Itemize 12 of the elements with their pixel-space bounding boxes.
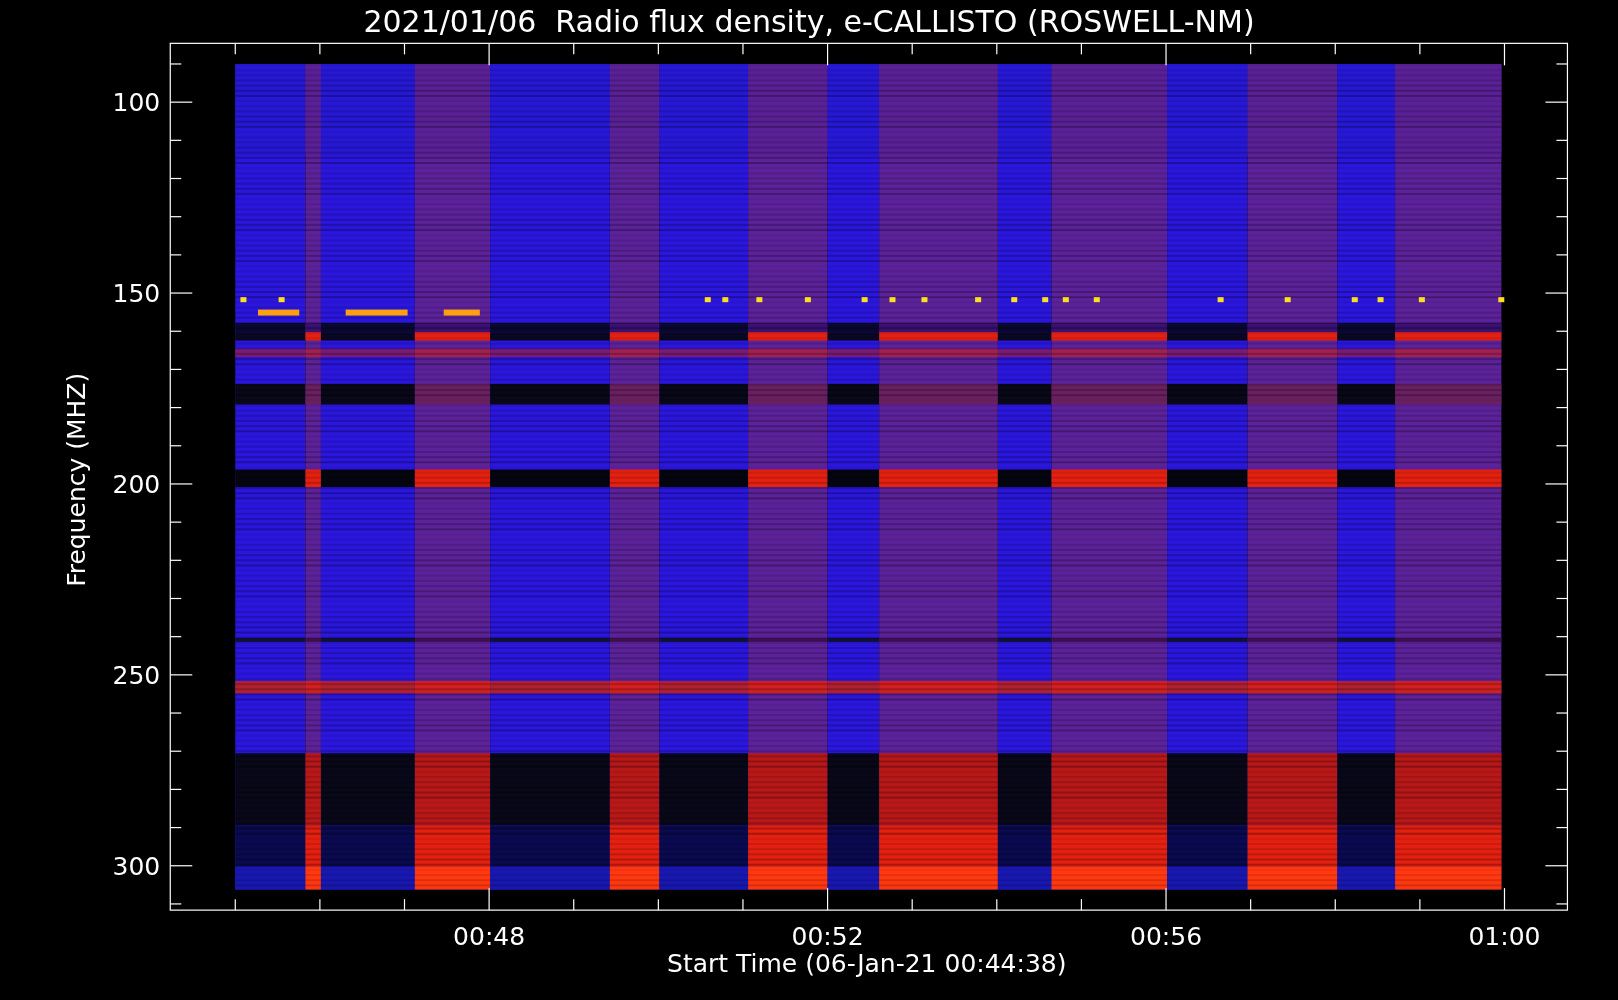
y-tick-label: 100 [112, 88, 161, 118]
x-tick-label: 01:00 [1468, 922, 1541, 952]
y-tick-label: 250 [112, 660, 161, 690]
y-tick-label: 300 [112, 851, 161, 881]
plot-title: 2021/01/06 Radio flux density, e-CALLISTO (ROSWELL-NM) [363, 4, 1255, 39]
x-tick-label: 00:56 [1130, 922, 1203, 952]
y-tick-label: 150 [112, 279, 161, 309]
y-axis-label: Frequency (MHZ) [61, 372, 91, 587]
x-tick-label: 00:48 [453, 922, 526, 952]
x-axis-label: Start Time (06-Jan-21 00:44:38) [667, 949, 1067, 979]
x-tick-label: 00:52 [791, 922, 864, 952]
y-tick-label: 200 [112, 469, 161, 499]
